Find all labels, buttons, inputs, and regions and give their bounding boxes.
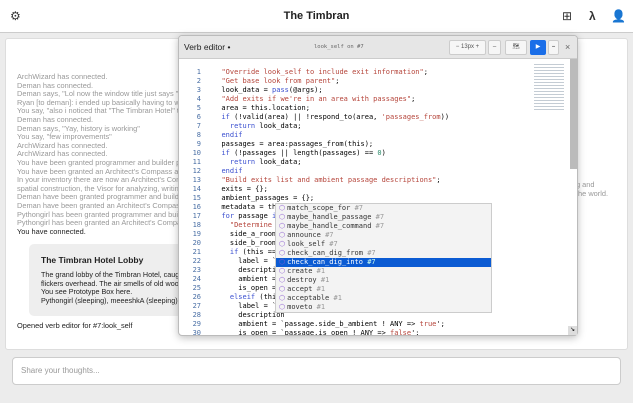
- autocomplete-item[interactable]: ⬡ accept #1: [276, 285, 491, 294]
- autocomplete-dropdown: ⬡ match_scope_for #7 ⬡ maybe_handle_passage…: [275, 203, 492, 313]
- autocomplete-item[interactable]: ⬡ look_self #7: [276, 240, 491, 249]
- editor-titlebar[interactable]: Verb editor • look_self on #7 − 13px + –…: [179, 36, 577, 59]
- autocomplete-item[interactable]: ⬡ check_can_dig_into #7: [276, 258, 491, 267]
- font-decrease-button[interactable]: −: [456, 44, 460, 50]
- chat-input[interactable]: Share your thoughts...: [12, 357, 621, 385]
- autocomplete-item[interactable]: ⬡ acceptable #1: [276, 294, 491, 303]
- user-icon[interactable]: 👤: [611, 9, 626, 23]
- grid-icon[interactable]: ⊞: [562, 9, 572, 23]
- editor-subtitle: look_self on #7: [314, 44, 364, 50]
- resize-handle-icon[interactable]: ↘: [568, 326, 577, 335]
- app-header: ⚙ The Timbran ⊞ λ 👤: [0, 0, 633, 33]
- autocomplete-item[interactable]: ⬡ announce #7: [276, 231, 491, 240]
- font-size-control[interactable]: − 13px +: [449, 40, 486, 55]
- page-title: The Timbran: [283, 10, 350, 22]
- status-message: Opened verb editor for #7:look_self: [17, 321, 133, 330]
- verb-icon: ⬡: [279, 222, 286, 230]
- verb-icon: ⬡: [279, 249, 286, 257]
- close-icon[interactable]: ×: [565, 42, 570, 52]
- autocomplete-item[interactable]: ⬡ moveto #1: [276, 303, 491, 312]
- verb-icon: ⬡: [279, 294, 286, 302]
- autocomplete-item[interactable]: ⬡ check_can_dig_from #7: [276, 249, 491, 258]
- verb-icon: ⬡: [279, 231, 286, 239]
- autocomplete-item[interactable]: ⬡ match_scope_for #7: [276, 204, 491, 213]
- narrative-line: You have connected.: [17, 226, 86, 236]
- autocomplete-item[interactable]: ⬡ maybe_handle_command #7: [276, 222, 491, 231]
- map-icon[interactable]: 🗺: [505, 40, 527, 55]
- verb-icon: ⬡: [279, 267, 286, 275]
- format-button[interactable]: –: [488, 40, 501, 55]
- verb-icon: ⬡: [279, 276, 286, 284]
- lambda-icon[interactable]: λ: [589, 9, 596, 23]
- code-minimap[interactable]: [534, 62, 564, 112]
- autocomplete-item[interactable]: ⬡ maybe_handle_passage #7: [276, 213, 491, 222]
- verb-icon: ⬡: [279, 204, 286, 212]
- verb-icon: ⬡: [279, 303, 286, 311]
- autocomplete-item[interactable]: ⬡ destroy #1: [276, 276, 491, 285]
- minimize-button[interactable]: –: [548, 40, 559, 55]
- verb-icon: ⬡: [279, 213, 286, 221]
- editor-title: Verb editor: [184, 42, 226, 52]
- narrative-log: ArchWizard has connected. Deman has conne…: [17, 72, 192, 236]
- narrative-overflow: g and the world.: [576, 180, 609, 198]
- run-button[interactable]: ▶: [530, 40, 546, 55]
- verb-icon: ⬡: [279, 258, 286, 266]
- autocomplete-item[interactable]: ⬡ create #1: [276, 267, 491, 276]
- font-increase-button[interactable]: +: [476, 44, 480, 50]
- editor-scrollbar[interactable]: [570, 59, 577, 169]
- verb-icon: ⬡: [279, 285, 286, 293]
- verb-icon: ⬡: [279, 240, 286, 248]
